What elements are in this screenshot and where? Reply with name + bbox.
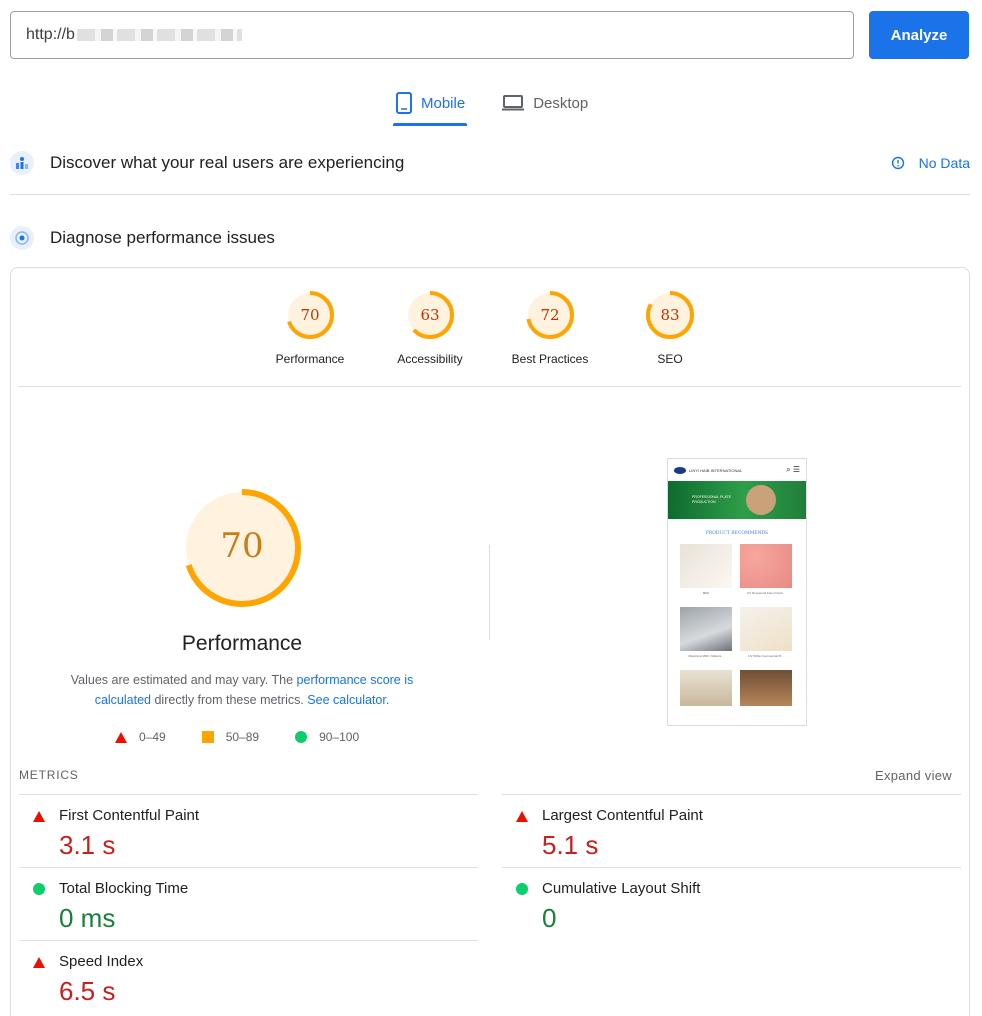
divider <box>10 194 970 195</box>
url-text: http://b <box>26 26 75 43</box>
gauge-label: Performance <box>275 352 345 366</box>
metric-name: Largest Contentful Paint <box>542 807 703 824</box>
legend-label: 90–100 <box>319 730 360 744</box>
metric-tbt: Total Blocking Time 0 ms <box>19 867 478 940</box>
metric-fcp: First Contentful Paint 3.1 s <box>19 794 478 867</box>
expand-view-toggle[interactable]: Expand view <box>875 768 952 783</box>
desc-text: directly from these metrics. <box>151 693 308 707</box>
legend-poor: 0–49 <box>115 730 166 744</box>
see-calculator-link[interactable]: See calculator. <box>307 693 389 707</box>
circle-icon <box>516 883 528 895</box>
metric-value: 3.1 s <box>59 830 116 860</box>
site-banner: PROFESSIONAL PLATE PRODUCTION <box>668 481 806 519</box>
vertical-divider <box>489 545 490 640</box>
gauge-seo[interactable]: 83 SEO <box>620 290 720 366</box>
square-icon <box>201 731 214 743</box>
metric-name: Speed Index <box>59 953 144 970</box>
desc-text: Values are estimated and may vary. The <box>70 673 297 687</box>
no-data-link[interactable]: No Data <box>891 155 970 171</box>
gauge-score: 63 <box>420 306 440 324</box>
category-gauges: 70 Performance 63 Accessibility 72 Best … <box>0 290 982 370</box>
metric-value: 0 <box>542 903 557 933</box>
site-logo-icon <box>674 466 686 474</box>
product-card: MDF <box>680 544 732 595</box>
field-data-title: Discover what your real users are experi… <box>50 153 405 172</box>
hamburger-icon: ⌕ ☰ <box>786 465 800 474</box>
gauge-label: Accessibility <box>397 352 463 366</box>
metric-lcp: Largest Contentful Paint 5.1 s <box>502 794 961 867</box>
diagnose-icon <box>10 226 34 250</box>
url-input[interactable]: http://b <box>10 11 854 59</box>
metric-value: 5.1 s <box>542 830 599 860</box>
product-grid: MDF UV Rosewood Faux Finish... Melamine … <box>668 544 806 706</box>
triangle-icon <box>33 957 45 968</box>
performance-gauge: 70 <box>180 486 304 610</box>
no-data-label: No Data <box>918 155 970 171</box>
triangle-icon <box>33 811 45 822</box>
product-card: UV Rosewood Faux Finish... <box>740 544 792 595</box>
performance-description: Values are estimated and may vary. The p… <box>58 670 426 710</box>
metric-value: 6.5 s <box>59 976 116 1006</box>
legend-label: 50–89 <box>225 730 260 744</box>
laptop-icon <box>502 95 525 111</box>
tab-mobile-label: Mobile <box>421 94 466 112</box>
product-card: Melamine MDF / Melami... <box>680 607 732 658</box>
tab-desktop-label: Desktop <box>533 94 589 112</box>
metric-si: Speed Index 6.5 s <box>19 940 478 1013</box>
gauge-score: 72 <box>540 306 560 324</box>
metric-name: Total Blocking Time <box>59 880 189 897</box>
metric-name: Cumulative Layout Shift <box>542 880 701 897</box>
score-legend: 0–49 50–89 90–100 <box>115 730 395 744</box>
circle-icon <box>295 731 308 743</box>
url-redacted <box>76 29 242 41</box>
gauge-score: 70 <box>300 306 320 324</box>
lab-data-header: Diagnose performance issues <box>10 226 970 250</box>
gauge-accessibility[interactable]: 63 Accessibility <box>380 290 480 366</box>
triangle-icon <box>115 731 127 743</box>
product-card <box>740 670 792 706</box>
users-chart-icon <box>10 151 34 175</box>
product-card: UV White Commercial Pl... <box>740 607 792 658</box>
gauge-performance[interactable]: 70 Performance <box>260 290 360 366</box>
legend-average: 50–89 <box>201 730 260 744</box>
metrics-header: METRICS <box>19 768 79 782</box>
site-section-title: PRODUCT RECOMMENDS <box>705 531 769 536</box>
gauge-label: SEO <box>657 352 683 366</box>
tab-mobile[interactable]: Mobile <box>393 80 468 126</box>
gauge-best-practices[interactable]: 72 Best Practices <box>500 290 600 366</box>
product-card <box>680 670 732 706</box>
smartphone-icon <box>396 92 412 114</box>
legend-good: 90–100 <box>295 730 359 744</box>
final-screenshot[interactable]: LINYI HAIB INTERNATIONAL ⌕ ☰ PROFESSIONA… <box>667 458 807 726</box>
analyze-button[interactable]: Analyze <box>869 11 969 59</box>
site-brand: LINYI HAIB INTERNATIONAL <box>689 467 743 473</box>
metric-name: First Contentful Paint <box>59 807 200 824</box>
circle-icon <box>33 883 45 895</box>
device-tabs: Mobile Desktop <box>393 80 622 126</box>
banner-text: PROFESSIONAL PLATE PRODUCTION <box>692 495 731 504</box>
divider <box>18 386 961 387</box>
legend-label: 0–49 <box>139 730 166 744</box>
info-icon <box>891 156 904 170</box>
triangle-icon <box>516 811 528 822</box>
field-data-header: Discover what your real users are experi… <box>10 151 970 175</box>
performance-title: Performance <box>181 632 303 655</box>
gauge-score: 83 <box>660 306 680 324</box>
gauge-label: Best Practices <box>511 352 589 366</box>
lab-data-title: Diagnose performance issues <box>50 228 275 247</box>
banner-image <box>746 485 776 515</box>
performance-score: 70 <box>220 526 264 566</box>
tab-desktop[interactable]: Desktop <box>499 80 590 126</box>
metric-cls: Cumulative Layout Shift 0 <box>502 867 961 940</box>
metric-value: 0 ms <box>59 903 116 933</box>
